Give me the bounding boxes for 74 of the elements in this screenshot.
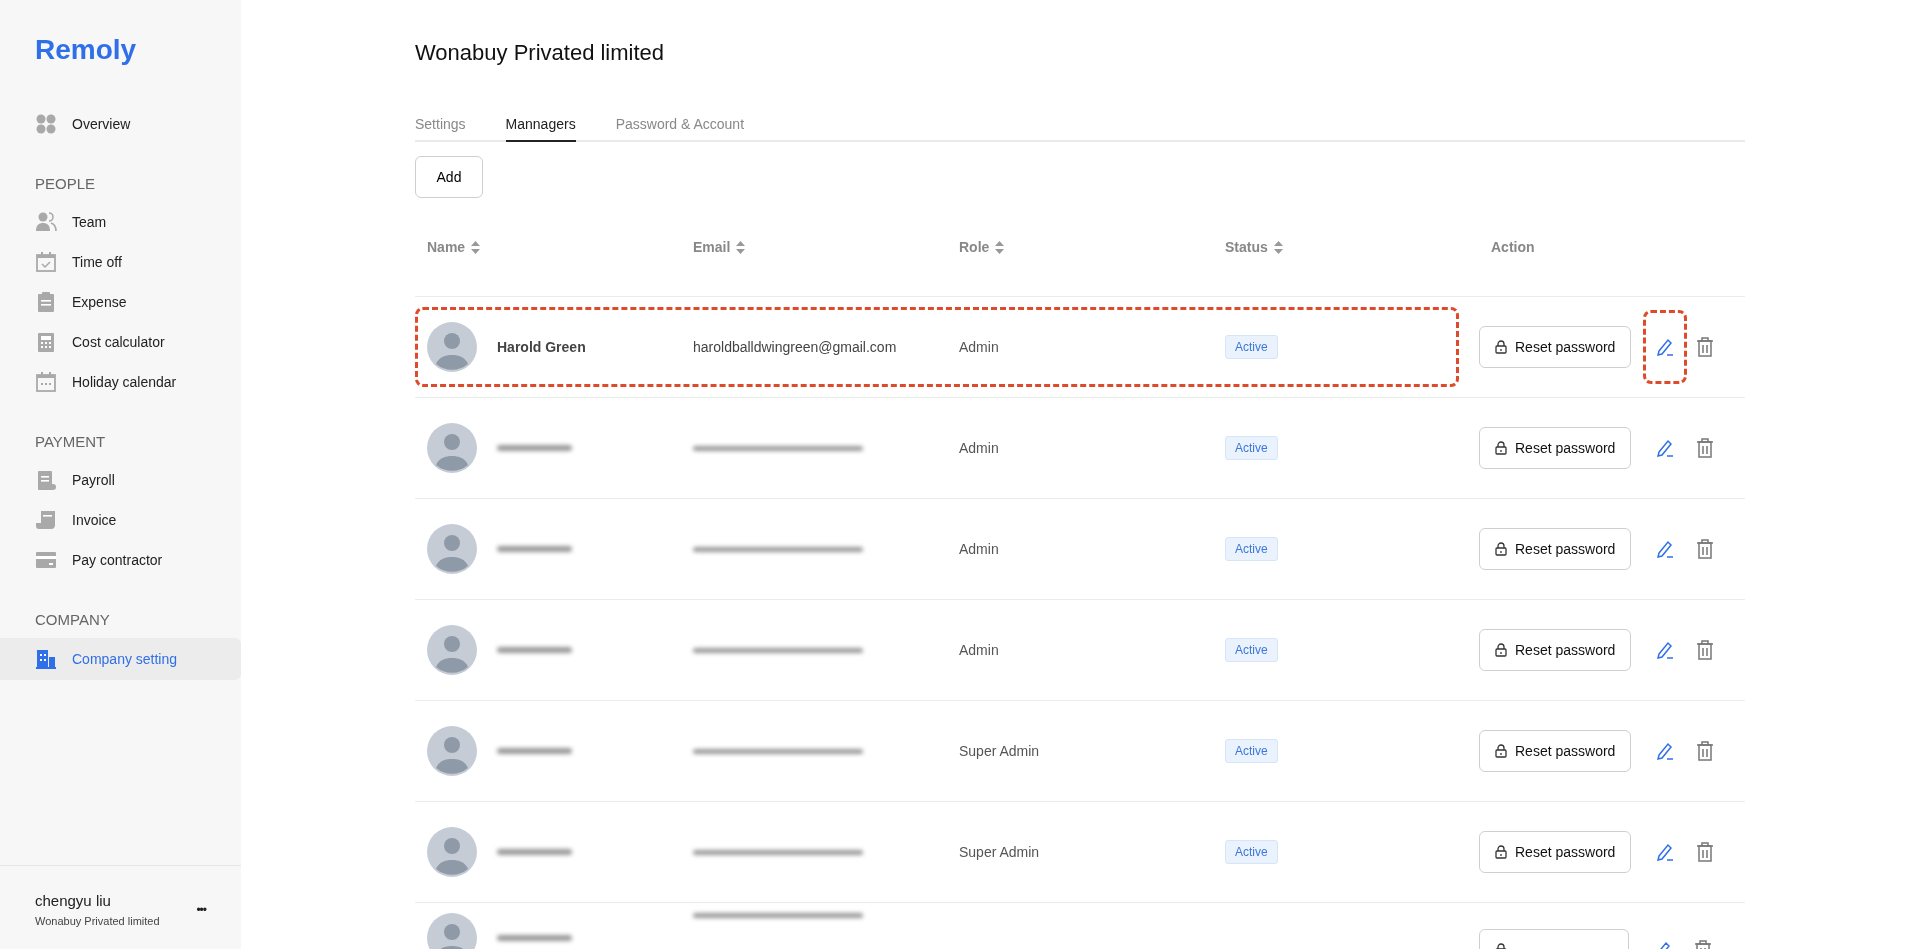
user-company: Wonabuy Privated limited [35, 915, 160, 927]
nav-item[interactable]: Overview [0, 104, 241, 144]
app-logo: Remoly [34, 33, 138, 67]
lock-icon [1495, 643, 1507, 657]
avatar-silhouette-icon [427, 913, 477, 949]
tab[interactable]: Settings [415, 116, 466, 142]
avatar-silhouette-icon [427, 322, 477, 372]
lock-icon [1495, 542, 1507, 556]
sort-icon[interactable] [471, 240, 481, 254]
status-badge: Active [1225, 840, 1278, 864]
nav-item[interactable]: Team [0, 202, 241, 242]
column-header: Action [1491, 239, 1535, 255]
nav-section-heading: PAYMENT [34, 432, 107, 452]
lock-icon [1495, 340, 1507, 354]
more-menu-button[interactable]: ••• [196, 902, 206, 917]
tab[interactable]: Password & Account [615, 116, 745, 142]
clipboard-icon [35, 291, 57, 313]
building-icon [35, 648, 57, 670]
reset-password-button[interactable]: Reset password [1479, 528, 1632, 570]
avatar-silhouette-icon [427, 423, 477, 473]
user-name: chengyu liu [35, 892, 112, 909]
add-button[interactable]: Add [415, 156, 483, 198]
nav-item[interactable]: Time off [0, 242, 241, 282]
avatar-silhouette-icon [427, 726, 477, 776]
nav-item[interactable]: Cost calculator [0, 322, 241, 362]
document-icon [35, 469, 57, 491]
reset-password-button[interactable]: Reset password [1479, 427, 1632, 469]
column-header[interactable]: Email [693, 239, 746, 255]
reset-password-button[interactable]: Reset password [1479, 629, 1632, 671]
page-title: Wonabuy Privated limited [415, 40, 666, 66]
column-header[interactable]: Role [959, 239, 1005, 255]
reset-password-button[interactable]: Reset password [1479, 831, 1632, 873]
nav-item[interactable]: Invoice [0, 500, 241, 540]
tab[interactable]: Mannagers [505, 116, 576, 142]
lock-icon [1495, 845, 1507, 859]
nav-item[interactable]: Pay contractor [0, 540, 241, 580]
role-text: Admin [959, 440, 999, 456]
people-icon [35, 211, 57, 233]
role-text: Admin [959, 642, 999, 658]
status-badge: Active [1225, 739, 1278, 763]
calendar-icon [35, 371, 57, 393]
lock-icon [1495, 744, 1507, 758]
reset-password-button[interactable]: Reset password [1479, 326, 1632, 368]
avatar-silhouette-icon [427, 524, 477, 574]
status-badge: Active [1225, 638, 1278, 662]
nav-item[interactable]: Holiday calendar [0, 362, 241, 402]
sort-icon[interactable] [1273, 240, 1283, 254]
status-badge: Active [1225, 436, 1278, 460]
card-icon [35, 549, 57, 571]
nav-section-heading: COMPANY [34, 610, 111, 630]
sort-icon[interactable] [995, 240, 1005, 254]
scroll-icon [35, 509, 57, 531]
nav-item[interactable]: Expense [0, 282, 241, 322]
four-circles-icon [35, 113, 57, 135]
column-header[interactable]: Status [1225, 239, 1283, 255]
status-badge: Active [1225, 537, 1278, 561]
column-header[interactable]: Name [427, 239, 481, 255]
role-text: Super Admin [959, 844, 1040, 860]
role-text: Super Admin [959, 743, 1040, 759]
avatar-silhouette-icon [427, 625, 477, 675]
status-badge: Active [1225, 335, 1278, 359]
manager-email: haroldballdwingreen@gmail.com [693, 339, 897, 355]
sort-icon[interactable] [736, 240, 746, 254]
lock-icon [1495, 441, 1507, 455]
reset-password-button[interactable]: Reset password [1479, 730, 1632, 772]
nav-item[interactable]: Company setting [0, 638, 241, 680]
manager-name: Harold Green [497, 339, 586, 355]
role-text: Admin [959, 541, 999, 557]
nav-item[interactable]: Payroll [0, 460, 241, 500]
role-text: Admin [959, 339, 999, 355]
nav-section-heading: PEOPLE [34, 174, 97, 194]
calculator-icon [35, 331, 57, 353]
avatar-silhouette-icon [427, 827, 477, 877]
calendar-check-icon [35, 251, 57, 273]
